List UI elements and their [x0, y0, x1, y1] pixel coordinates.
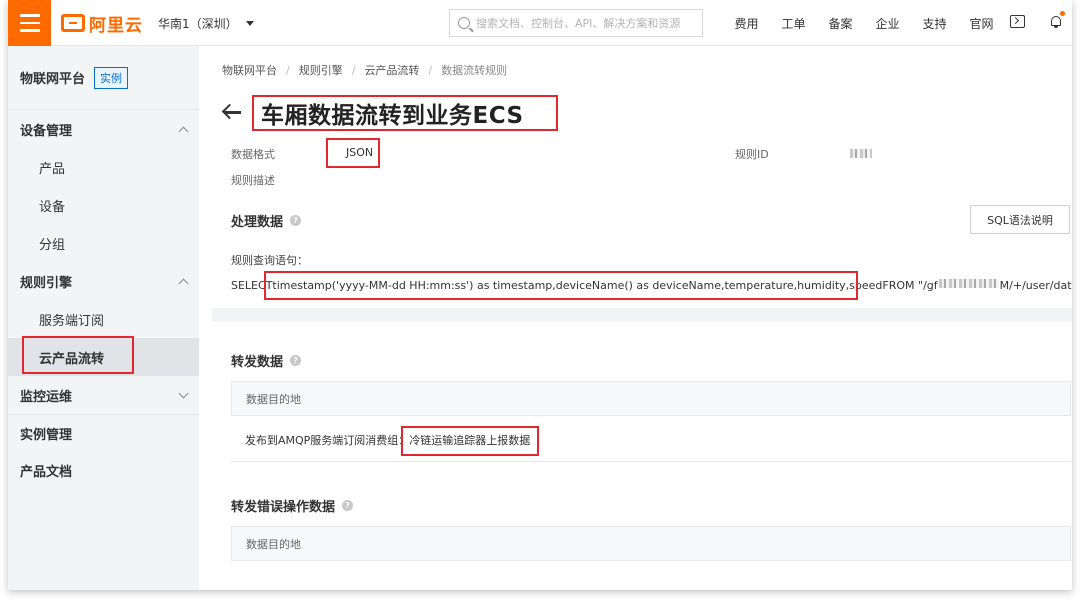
- help-icon[interactable]: ?: [342, 500, 354, 511]
- chevron-down-icon: [178, 388, 189, 398]
- forward-error-title: 转发错误操作数据 ?: [231, 496, 354, 515]
- breadcrumb: 物联网平台 / 规则引擎 / 云产品流转 / 数据流转规则: [222, 62, 507, 78]
- terminal-icon[interactable]: [1010, 15, 1025, 28]
- sidebar-title: 物联网平台: [20, 72, 86, 87]
- nav-enterprise[interactable]: 企业: [864, 15, 911, 32]
- data-format-value: JSON: [346, 146, 374, 159]
- sidebar-group-monitoring[interactable]: 监控运维: [8, 376, 199, 414]
- forward-data-title: 转发数据 ?: [231, 351, 302, 370]
- rule-id-redacted: [850, 149, 872, 158]
- sidebar-item-group[interactable]: 分组: [8, 224, 199, 262]
- column-header-destination: 数据目的地: [246, 537, 301, 551]
- breadcrumb-iot-platform[interactable]: 物联网平台: [222, 62, 277, 78]
- search-input[interactable]: [476, 16, 696, 30]
- forward-data-title-text: 转发数据: [231, 355, 284, 370]
- hamburger-menu-icon[interactable]: [8, 0, 51, 46]
- main-content: 物联网平台 / 规则引擎 / 云产品流转 / 数据流转规则 车厢数据流转到业务E…: [199, 46, 1072, 590]
- sidebar-header: 物联网平台 实例: [8, 46, 199, 110]
- region-selector[interactable]: 华南1（深圳）: [158, 15, 254, 32]
- column-header-destination: 数据目的地: [246, 392, 301, 406]
- sql-syntax-button[interactable]: SQL语法说明: [970, 205, 1070, 234]
- sql-topic-tail: M/+/user/data/post: [999, 279, 1072, 292]
- rule-desc-label: 规则描述: [231, 174, 275, 187]
- instance-badge[interactable]: 实例: [94, 66, 129, 89]
- aliyun-logo-icon: [61, 14, 85, 32]
- forward-error-title-text: 转发错误操作数据: [231, 500, 336, 515]
- process-data-title: 处理数据 ?: [231, 211, 302, 230]
- rule-id-label: 规则ID: [735, 148, 769, 161]
- nav-icp[interactable]: 备案: [817, 15, 864, 32]
- search-box[interactable]: [449, 9, 703, 37]
- logo-text: 阿里云: [89, 15, 143, 36]
- sql-statement: SELECT timestamp('yyyy-MM-dd HH:mm:ss') …: [231, 279, 1072, 292]
- back-arrow-icon[interactable]: [221, 103, 242, 121]
- forward-table-header: 数据目的地: [231, 381, 1071, 416]
- data-format-label: 数据格式: [231, 148, 275, 161]
- region-label: 华南1（深圳）: [158, 17, 238, 31]
- aliyun-logo[interactable]: 阿里云: [61, 12, 143, 36]
- section-divider: [212, 308, 1072, 322]
- top-bar: 阿里云 华南1（深圳） 费用 工单 备案 企业 支持 官网: [8, 0, 1072, 46]
- sidebar-item-device[interactable]: 设备: [8, 186, 199, 224]
- console-window: 阿里云 华南1（深圳） 费用 工单 备案 企业 支持 官网 物联网平台 实例 设…: [8, 0, 1072, 590]
- bell-icon[interactable]: [1050, 14, 1062, 28]
- sidebar-group-label: 设备管理: [20, 123, 73, 139]
- breadcrumb-separator: /: [428, 63, 433, 77]
- forward-row-target[interactable]: 冷链运输追踪器上报数据: [409, 432, 530, 448]
- sql-fields: timestamp('yyyy-MM-dd HH:mm:ss') as time…: [272, 279, 883, 292]
- caret-down-icon: [245, 21, 254, 26]
- forward-error-table-header: 数据目的地: [231, 526, 1071, 561]
- sidebar-item-instance-management[interactable]: 实例管理: [8, 415, 199, 452]
- sidebar-item-product[interactable]: 产品: [8, 148, 199, 186]
- help-icon[interactable]: ?: [290, 215, 302, 226]
- breadcrumb-separator: /: [351, 63, 356, 77]
- breadcrumb-current: 数据流转规则: [441, 64, 508, 77]
- breadcrumb-rule-engine[interactable]: 规则引擎: [299, 62, 343, 78]
- top-nav: 费用 工单 备案 企业 支持 官网: [723, 0, 1005, 46]
- notification-dot: [1060, 11, 1065, 16]
- sidebar-group-label: 监控运维: [20, 389, 73, 405]
- sidebar-item-data-forwarding[interactable]: 云产品流转: [8, 338, 199, 376]
- sidebar-item-server-subscription[interactable]: 服务端订阅: [8, 300, 199, 338]
- sql-from: FROM "/gf: [882, 279, 938, 292]
- help-icon[interactable]: ?: [290, 355, 302, 366]
- sidebar-group-device-management[interactable]: 设备管理: [8, 110, 199, 148]
- nav-tickets[interactable]: 工单: [770, 15, 817, 32]
- chevron-up-icon: [178, 278, 189, 288]
- sidebar: 物联网平台 实例 设备管理 产品 设备 分组 规则引擎 服务端订阅 云产品流转 …: [8, 46, 199, 590]
- breadcrumb-data-forwarding[interactable]: 云产品流转: [364, 62, 419, 78]
- search-icon: [458, 17, 470, 29]
- forward-table-row: 发布到AMQP服务端订阅消费组： 冷链运输追踪器上报数据: [231, 418, 1071, 462]
- sidebar-group-label: 规则引擎: [20, 275, 73, 291]
- sql-select: SELECT: [231, 279, 273, 292]
- sidebar-group-rule-engine[interactable]: 规则引擎: [8, 262, 199, 300]
- nav-fees[interactable]: 费用: [723, 15, 770, 32]
- nav-support[interactable]: 支持: [911, 15, 958, 32]
- process-data-title-text: 处理数据: [231, 215, 284, 230]
- forward-row-prefix: 发布到AMQP服务端订阅消费组：: [245, 433, 410, 447]
- sidebar-item-product-docs[interactable]: 产品文档: [8, 452, 199, 489]
- nav-official-site[interactable]: 官网: [958, 15, 1005, 32]
- chevron-up-icon: [178, 126, 189, 136]
- breadcrumb-separator: /: [286, 63, 290, 77]
- query-label: 规则查询语句：: [231, 254, 308, 267]
- sql-redacted-product-key: [938, 279, 999, 288]
- page-title: 车厢数据流转到业务ECS: [261, 103, 524, 129]
